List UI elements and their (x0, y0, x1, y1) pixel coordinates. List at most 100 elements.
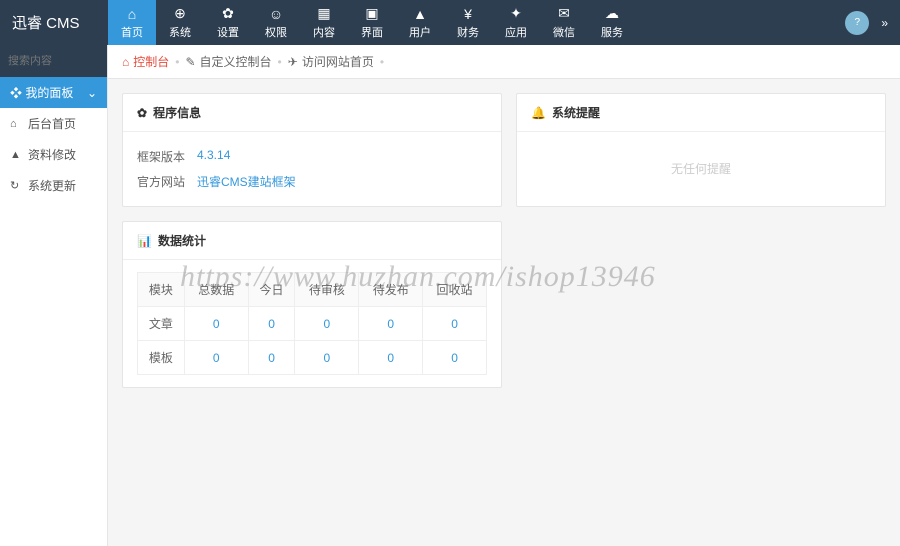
home-icon: ⌂ (10, 118, 22, 130)
sidebar-item-home[interactable]: ⌂ 后台首页 (0, 108, 107, 139)
panel-stats: 📊数据统计 模块 总数据 今日 待审核 待发布 回收站 (122, 221, 502, 388)
panel-info: ✿程序信息 框架版本4.3.14 官方网站迅睿CMS建站框架 (122, 93, 502, 207)
nav-home[interactable]: ⌂ 首页 (108, 0, 156, 45)
info-label: 框架版本 (137, 148, 197, 165)
th-publish: 待发布 (359, 273, 423, 307)
td-val[interactable]: 0 (359, 341, 423, 375)
td-val[interactable]: 0 (359, 307, 423, 341)
td-val[interactable]: 0 (295, 341, 359, 375)
sidebar-item-update[interactable]: ↻ 系统更新 (0, 170, 107, 201)
nav-label: 用户 (409, 24, 431, 40)
expand-icon[interactable]: » (881, 16, 888, 30)
td-val[interactable]: 0 (423, 341, 487, 375)
nav-label: 财务 (457, 24, 479, 40)
td-val[interactable]: 0 (248, 341, 295, 375)
breadcrumb-sep: • (278, 55, 282, 69)
nav-wechat[interactable]: ✉ 微信 (540, 0, 588, 45)
globe-icon: ⊕ (174, 5, 186, 22)
edit-icon: ✎ (185, 55, 195, 69)
wechat-icon: ✉ (558, 5, 570, 22)
nav-ui[interactable]: ▣ 界面 (348, 0, 396, 45)
chart-icon: 📊 (137, 234, 152, 248)
brand-logo: 迅睿 CMS (0, 0, 108, 45)
sidebar-item-label: 资料修改 (28, 146, 76, 163)
nav-user[interactable]: ▲ 用户 (396, 0, 444, 45)
gear-icon: ✿ (222, 5, 234, 22)
container: 🔍 ❖ 我的面板 ⌄ ⌂ 后台首页 ▲ 资料修改 ↻ 系统更新 ⌂控制台 • ✎自定义… (0, 45, 900, 546)
alert-empty: 无任何提醒 (517, 132, 885, 205)
th-today: 今日 (248, 273, 295, 307)
nav-label: 应用 (505, 24, 527, 40)
dashboard-icon: ❖ (10, 86, 25, 100)
stats-table: 模块 总数据 今日 待审核 待发布 回收站 文章 0 0 (137, 272, 487, 375)
nav-content[interactable]: ▦ 内容 (300, 0, 348, 45)
sidebar-section-panel[interactable]: ❖ 我的面板 ⌄ (0, 77, 107, 108)
td-val[interactable]: 0 (184, 341, 248, 375)
refresh-icon: ↻ (10, 179, 22, 192)
nav-label: 系统 (169, 24, 191, 40)
main-nav: ⌂首页 ⊕系统 ✿设置 ☺权限 ▦内容 ▣界面 ▲用户 ¥财务 ✦应用 ✉微信 … (108, 0, 845, 45)
nav-label: 服务 (601, 24, 623, 40)
td-name: 文章 (138, 307, 185, 341)
info-row: 官方网站迅睿CMS建站框架 (137, 169, 487, 194)
nav-settings[interactable]: ✿设置 (204, 0, 252, 45)
nav-label: 权限 (265, 24, 287, 40)
header-right: ? » (845, 0, 900, 45)
bell-icon: 🔔 (531, 106, 546, 120)
user-icon: ▲ (10, 149, 22, 161)
panel-info-header: ✿程序信息 (123, 94, 501, 132)
th-total: 总数据 (184, 273, 248, 307)
td-val[interactable]: 0 (184, 307, 248, 341)
sidebar: 🔍 ❖ 我的面板 ⌄ ⌂ 后台首页 ▲ 资料修改 ↻ 系统更新 (0, 45, 108, 546)
nav-finance[interactable]: ¥ 财务 (444, 0, 492, 45)
breadcrumb-custom[interactable]: ✎自定义控制台 (185, 53, 271, 70)
panel-alert-header: 🔔系统提醒 (517, 94, 885, 132)
info-label: 官方网站 (137, 173, 197, 190)
breadcrumb: ⌂控制台 • ✎自定义控制台 • ✈访问网站首页 • (108, 45, 900, 79)
table-header-row: 模块 总数据 今日 待审核 待发布 回收站 (138, 273, 487, 307)
nav-system[interactable]: ⊕ 系统 (156, 0, 204, 45)
grid-icon: ▦ (317, 5, 330, 22)
search-box: 🔍 (0, 45, 107, 77)
yen-icon: ¥ (464, 6, 472, 22)
td-name: 模板 (138, 341, 185, 375)
cloud-icon: ☁ (605, 5, 619, 22)
nav-label: 界面 (361, 24, 383, 40)
info-value-version: 4.3.14 (197, 148, 230, 165)
sidebar-item-label: 系统更新 (28, 177, 76, 194)
panel-stats-body: 模块 总数据 今日 待审核 待发布 回收站 文章 0 0 (123, 260, 501, 387)
panel-alert: 🔔系统提醒 无任何提醒 (516, 93, 886, 207)
info-value-website[interactable]: 迅睿CMS建站框架 (197, 173, 296, 190)
th-pending: 待审核 (295, 273, 359, 307)
td-val[interactable]: 0 (295, 307, 359, 341)
nav-label: 微信 (553, 24, 575, 40)
sidebar-item-label: 后台首页 (28, 115, 76, 132)
top-row: ✿程序信息 框架版本4.3.14 官方网站迅睿CMS建站框架 🔔系统提醒 无任何… (122, 93, 886, 207)
layout-icon: ▣ (365, 5, 378, 22)
td-val[interactable]: 0 (248, 307, 295, 341)
panel-stats-header: 📊数据统计 (123, 222, 501, 260)
user-circle-icon: ☺ (269, 6, 283, 22)
nav-permission[interactable]: ☺ 权限 (252, 0, 300, 45)
nav-label: 首页 (121, 24, 143, 40)
gear-icon: ✿ (137, 106, 147, 120)
nav-service[interactable]: ☁ 服务 (588, 0, 636, 45)
td-val[interactable]: 0 (423, 307, 487, 341)
sidebar-section-label: ❖ 我的面板 (10, 84, 73, 101)
panel-info-body: 框架版本4.3.14 官方网站迅睿CMS建站框架 (123, 132, 501, 206)
person-icon: ▲ (413, 6, 427, 22)
breadcrumb-sep: • (175, 55, 179, 69)
top-header: 迅睿 CMS ⌂ 首页 ⊕ 系统 ✿设置 ☺ 权限 ▦ 内容 ▣ 界面 ▲ 用户 ¥ 财务 ✦… (0, 0, 900, 45)
table-row: 模板 0 0 0 0 0 (138, 341, 487, 375)
avatar[interactable]: ? (845, 11, 869, 35)
home-icon: ⌂ (128, 6, 136, 22)
sidebar-item-profile[interactable]: ▲ 资料修改 (0, 139, 107, 170)
breadcrumb-sep: • (380, 55, 384, 69)
nav-label: 内容 (313, 24, 335, 40)
breadcrumb-home[interactable]: ⌂控制台 (122, 53, 169, 70)
th-recycle: 回收站 (423, 273, 487, 307)
th-module: 模块 (138, 273, 185, 307)
content: ✿程序信息 框架版本4.3.14 官方网站迅睿CMS建站框架 🔔系统提醒 无任何… (108, 79, 900, 546)
nav-app[interactable]: ✦应用 (492, 0, 540, 45)
breadcrumb-visit[interactable]: ✈访问网站首页 (288, 53, 374, 70)
